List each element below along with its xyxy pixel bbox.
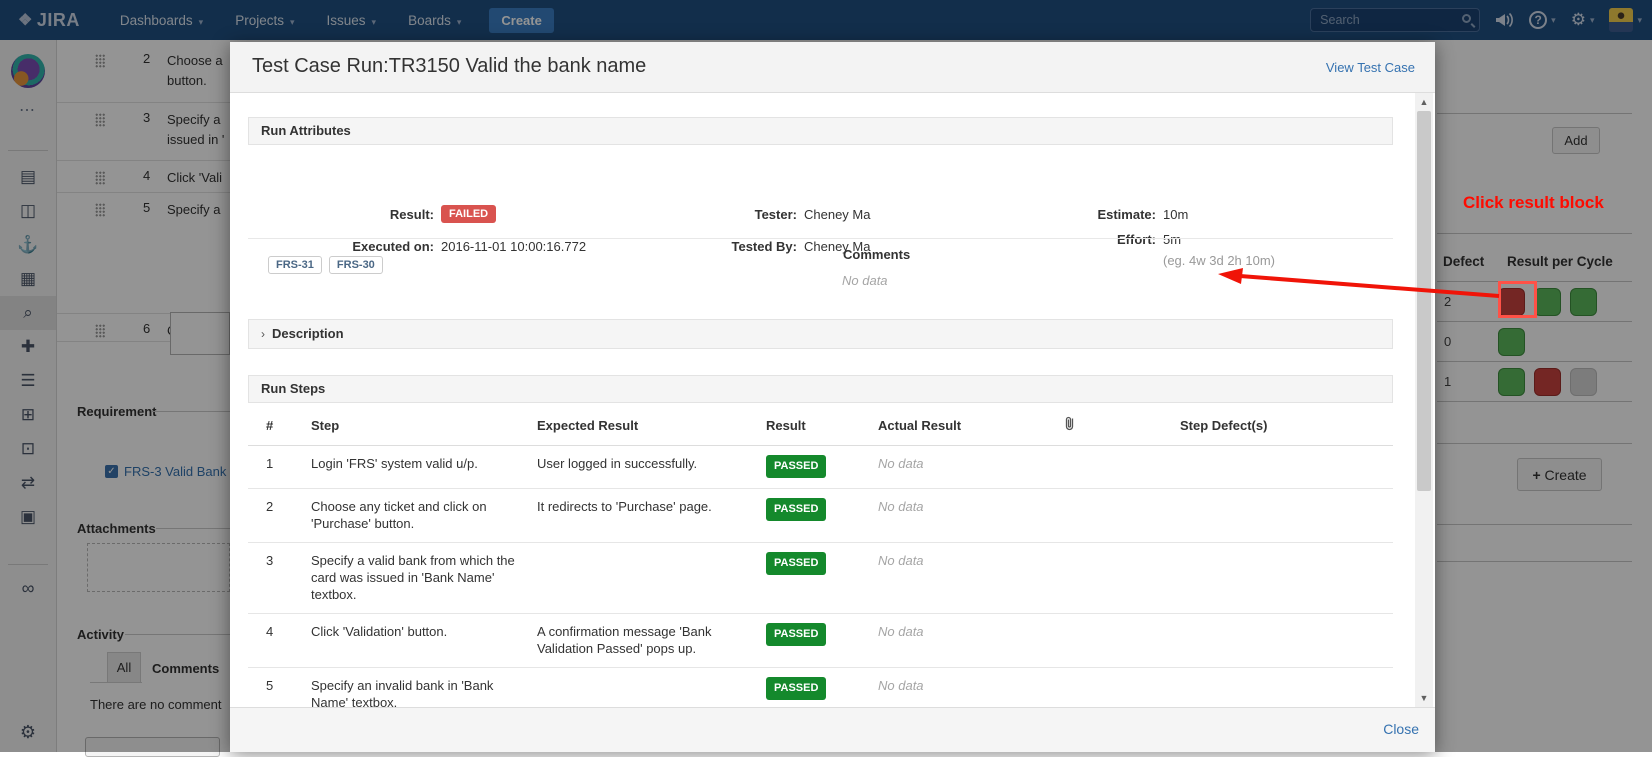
step-number: 3 [248,543,311,614]
expected-result-text [537,543,766,614]
attributes-divider [248,238,1393,239]
col-actual: Actual Result [878,403,1064,446]
run-attributes-header: Run Attributes [248,117,1393,145]
tester-value: Cheney Ma [804,207,870,222]
view-test-case-link[interactable]: View Test Case [1326,60,1415,75]
failed-badge: FAILED [441,205,496,223]
actual-result-text: No data [878,614,1064,668]
attachment-cell [1064,489,1180,543]
tested-by-label: Tested By [677,239,797,254]
step-number: 1 [248,446,311,489]
step-number: 4 [248,614,311,668]
step-defects-cell [1180,614,1393,668]
step-text: Specify a valid bank from which the card… [311,543,537,614]
effort-value: 5m [1163,232,1181,247]
result-value: FAILED [441,205,496,223]
executed-on-label: Executed on [314,239,434,254]
step-defects-cell [1180,668,1393,708]
step-defects-cell [1180,543,1393,614]
step-defects-cell [1180,489,1393,543]
col-step-defects: Step Defect(s) [1180,403,1393,446]
run-steps-header-row: # Step Expected Result Result Actual Res… [248,403,1393,446]
dialog-title: Test Case Run:TR3150 Valid the bank name [252,55,646,78]
passed-badge[interactable]: PASSED [766,623,826,646]
attachment-icon [1064,403,1180,446]
run-steps-table: # Step Expected Result Result Actual Res… [248,403,1393,707]
expected-result-text [537,668,766,708]
run-step-row: 3 Specify a valid bank from which the ca… [248,543,1393,614]
step-defects-cell [1180,446,1393,489]
executed-on-value: 2016-11-01 10:00:16.772 [441,239,586,254]
step-text: Login 'FRS' system valid u/p. [311,446,537,489]
chevron-right-icon: › [261,327,265,341]
attachment-cell [1064,446,1180,489]
result-label: Result [314,207,434,222]
attachment-cell [1064,614,1180,668]
effort-label: Effort [1036,232,1156,247]
col-result: Result [766,403,878,446]
dialog-body: Run Attributes Result FAILED Executed on… [230,93,1435,707]
step-number: 2 [248,489,311,543]
scrollbar-thumb[interactable] [1417,111,1431,491]
col-num: # [248,403,311,446]
run-step-row: 2 Choose any ticket and click on 'Purcha… [248,489,1393,543]
passed-badge[interactable]: PASSED [766,455,826,478]
attachment-cell [1064,668,1180,708]
tester-label: Tester [677,207,797,222]
comments-empty-text: No data [842,273,888,288]
dialog-header: Test Case Run:TR3150 Valid the bank name… [230,42,1435,93]
run-step-row: 1 Login 'FRS' system valid u/p. User log… [248,446,1393,489]
estimate-value: 10m [1163,207,1188,222]
comments-heading: Comments [843,247,910,262]
actual-result-text: No data [878,446,1064,489]
dialog-footer: Close [230,707,1435,752]
actual-result-text: No data [878,543,1064,614]
passed-badge[interactable]: PASSED [766,677,826,700]
test-case-run-dialog: Test Case Run:TR3150 Valid the bank name… [230,42,1435,752]
run-step-row: 4 Click 'Validation' button. A confirmat… [248,614,1393,668]
expected-result-text: User logged in successfully. [537,446,766,489]
col-step: Step [311,403,537,446]
scroll-up-icon[interactable]: ▲ [1415,97,1433,107]
effort-hint: (eg. 4w 3d 2h 10m) [1163,253,1275,268]
description-toggle[interactable]: ›Description [248,319,1393,349]
requirement-tags: FRS-31 FRS-30 [268,256,383,274]
step-text: Choose any ticket and click on 'Purchase… [311,489,537,543]
step-text: Specify an invalid bank in 'Bank Name' t… [311,668,537,708]
actual-result-text: No data [878,668,1064,708]
expected-result-text: It redirects to 'Purchase' page. [537,489,766,543]
step-text: Click 'Validation' button. [311,614,537,668]
step-number: 5 [248,668,311,708]
actual-result-text: No data [878,489,1064,543]
expected-result-text: A confirmation message 'Bank Validation … [537,614,766,668]
run-steps-header: Run Steps [248,375,1393,403]
attachment-cell [1064,543,1180,614]
scroll-down-icon[interactable]: ▼ [1415,693,1433,703]
col-expected: Expected Result [537,403,766,446]
modal-scrollbar[interactable]: ▲ ▼ [1415,93,1433,707]
requirement-tag[interactable]: FRS-30 [329,256,383,274]
estimate-label: Estimate [1036,207,1156,222]
close-button[interactable]: Close [1383,721,1419,737]
passed-badge[interactable]: PASSED [766,552,826,575]
requirement-tag[interactable]: FRS-31 [268,256,322,274]
passed-badge[interactable]: PASSED [766,498,826,521]
run-step-row: 5 Specify an invalid bank in 'Bank Name'… [248,668,1393,708]
